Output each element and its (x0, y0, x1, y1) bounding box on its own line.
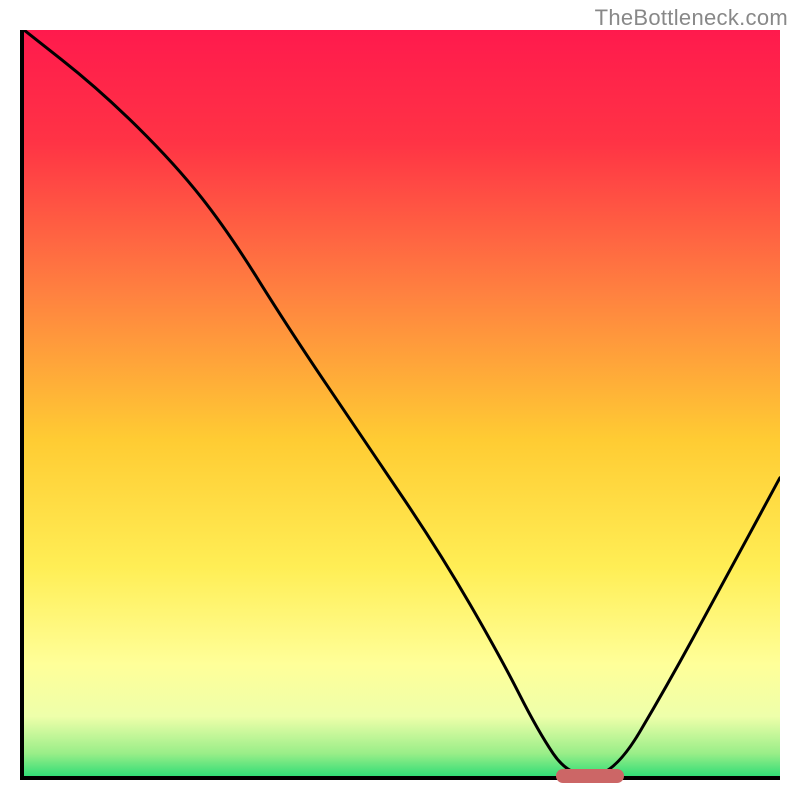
bottleneck-curve (24, 30, 780, 776)
watermark-text: TheBottleneck.com (595, 5, 788, 31)
plot-area (20, 30, 780, 780)
optimal-marker (556, 769, 624, 783)
